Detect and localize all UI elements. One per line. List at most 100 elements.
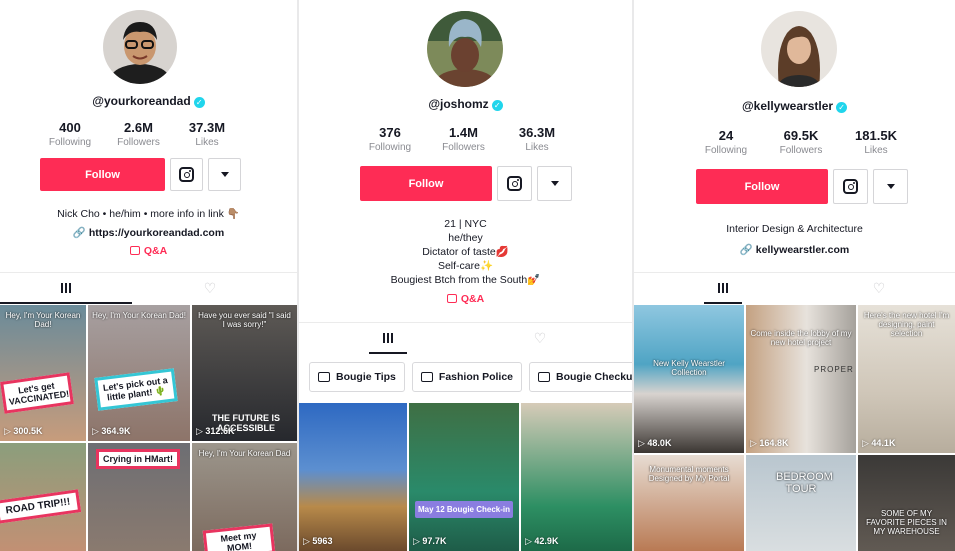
stat-value: 37.3M: [188, 120, 226, 135]
link-text[interactable]: https://yourkoreandad.com: [89, 227, 224, 239]
video-thumbnail[interactable]: ▷ 42.9K: [521, 403, 632, 551]
profile-panel-kellywearstler: @kellywearstler ✓ 24 Following 69.5K Follow…: [634, 0, 955, 551]
view-count: ▷ 5963: [303, 536, 333, 546]
profile-bio: 21 | NYC he/they Dictator of taste💋 Self…: [299, 217, 632, 287]
playlist-chip-fashion-police[interactable]: Fashion Police: [411, 362, 523, 392]
instagram-button[interactable]: [833, 169, 868, 204]
profile-stats: 376 Following 1.4M Followers 36.3M Likes: [365, 125, 562, 153]
avatar[interactable]: [103, 10, 177, 84]
video-thumbnail[interactable]: SOME OF MY FAVORITE PIECES IN MY WAREHOU…: [858, 455, 955, 551]
video-caption: Crying in HMart!: [96, 449, 180, 469]
qa-link[interactable]: Q&A: [0, 245, 297, 257]
more-options-button[interactable]: [873, 169, 908, 204]
view-count: ▷ 164.8K: [750, 438, 789, 448]
stat-value: 24: [718, 128, 734, 143]
stat-value: 1.4M: [449, 125, 478, 140]
stat-value: 69.5K: [783, 128, 819, 143]
bio-line: he/they: [448, 232, 483, 244]
stat-value: 181.5K: [855, 128, 897, 143]
video-overlay-text: Have you ever said "I said I was sorry!": [198, 311, 291, 329]
stat-value: 376: [379, 125, 401, 140]
tab-liked[interactable]: ♡: [140, 273, 280, 304]
stat-following: 24 Following: [701, 128, 751, 156]
video-caption: Meet my MOM!: [202, 523, 276, 551]
profile-tabs: ♡: [0, 272, 297, 304]
video-thumbnail[interactable]: May 12 Bougie Check-in ▷ 97.7K: [409, 403, 519, 551]
profile-bio: Interior Design & Architecture: [726, 223, 863, 235]
video-overlay-text: Hey, I'm Your Korean Dad!: [5, 311, 81, 329]
tab-videos[interactable]: [704, 273, 742, 304]
tab-liked[interactable]: ♡: [521, 323, 559, 354]
chevron-down-icon: [886, 184, 895, 189]
more-options-button[interactable]: [537, 166, 572, 201]
video-overlay-text: New Kelly Wearstler Collection: [653, 359, 725, 377]
tab-videos[interactable]: [369, 323, 407, 354]
instagram-button[interactable]: [497, 166, 532, 201]
video-thumbnail[interactable]: Hey, I'm Your Korean Dad Meet my MOM!: [192, 443, 297, 551]
follow-button[interactable]: Follow: [696, 169, 828, 204]
stat-followers: 2.6M Followers: [96, 120, 181, 148]
stat-label: Likes: [525, 142, 549, 153]
video-overlay-text: Come inside the lobby of my new hotel pr…: [750, 329, 852, 347]
verified-icon: ✓: [836, 102, 848, 113]
bio-line: 21 | NYC: [444, 218, 487, 230]
video-thumbnail[interactable]: ROAD TRIP!!!: [0, 443, 86, 551]
video-thumbnail[interactable]: Have you ever said "I said I was sorry!"…: [192, 305, 297, 441]
profile-tabs: ♡: [634, 272, 955, 304]
instagram-button[interactable]: [170, 158, 203, 191]
video-thumbnail[interactable]: Here's the new hotel I'm designing, pain…: [858, 305, 955, 453]
playlist-chip-bougie-checkups[interactable]: Bougie Checkups: [529, 362, 632, 392]
video-thumbnail[interactable]: New Kelly Wearstler Collection ▷ 48.0K: [634, 305, 744, 453]
playlist-label: Bougie Tips: [336, 371, 396, 383]
video-overlay-text: Monumental moments Designed by My Portal: [648, 465, 730, 483]
video-thumbnail[interactable]: BEDROOM TOUR: [746, 455, 856, 551]
video-overlay-text: Hey, I'm Your Korean Dad: [198, 449, 291, 458]
tab-videos[interactable]: [0, 273, 132, 304]
qa-label[interactable]: Q&A: [144, 245, 167, 257]
link-text[interactable]: kellywearstler.com: [756, 244, 849, 256]
follow-button[interactable]: Follow: [360, 166, 492, 201]
avatar[interactable]: [761, 11, 837, 87]
bio-line: Self-care✨: [437, 260, 494, 272]
grid-icon: [383, 332, 393, 343]
profile-panel-joshomz: @joshomz ✓ 376 Following 1.4M Followers 36.…: [299, 0, 632, 551]
playlist-chip-bougie-tips[interactable]: Bougie Tips: [309, 362, 405, 392]
video-caption: May 12 Bougie Check-in: [415, 501, 513, 518]
view-count: ▷ 48.0K: [638, 438, 672, 448]
link-icon: 🔗: [739, 244, 756, 256]
video-thumbnail[interactable]: Hey, I'm Your Korean Dad! Let's pick out…: [88, 305, 190, 441]
video-thumbnail[interactable]: ▷ 5963: [299, 403, 407, 551]
video-thumbnail[interactable]: Crying in HMart!: [88, 443, 190, 551]
video-overlay-text: SOME OF MY FAVORITE PIECES IN MY WAREHOU…: [866, 509, 947, 536]
playlist-label: Bougie Checkups: [556, 371, 632, 383]
video-thumbnail[interactable]: Hey, I'm Your Korean Dad! Let's get VACC…: [0, 305, 86, 441]
video-overlay-text: BEDROOM TOUR: [776, 471, 833, 495]
liked-heart-icon: ♡: [203, 280, 217, 296]
video-thumbnail[interactable]: Come inside the lobby of my new hotel pr…: [746, 305, 856, 453]
qa-link[interactable]: Q&A: [299, 293, 632, 305]
follow-button[interactable]: Follow: [40, 158, 165, 191]
stat-value: 2.6M: [124, 120, 153, 135]
qa-label[interactable]: Q&A: [461, 293, 484, 305]
profile-link[interactable]: 🔗 kellywearstler.com: [634, 243, 955, 256]
grid-icon: [718, 282, 728, 293]
stat-label: Following: [368, 142, 412, 153]
verified-icon: ✓: [491, 100, 503, 111]
video-thumbnail[interactable]: Monumental moments Designed by My Portal: [634, 455, 744, 551]
stat-following: 400 Following: [44, 120, 96, 148]
liked-heart-icon: ♡: [533, 330, 547, 346]
bio-line: Bougiest Btch from the South💅: [390, 274, 541, 286]
stat-label: Following: [48, 137, 92, 148]
stat-likes: 36.3M Likes: [512, 125, 562, 153]
profile-handle: @kellywearstler ✓: [634, 99, 955, 113]
profile-link[interactable]: 🔗 https://yourkoreandad.com: [0, 226, 297, 239]
profile-tabs: ♡: [299, 322, 632, 354]
profile-bio: Nick Cho • he/him • more info in link 👇🏽: [57, 208, 240, 220]
more-options-button[interactable]: [208, 158, 241, 191]
view-count: ▷ 44.1K: [862, 438, 896, 448]
avatar[interactable]: [427, 11, 503, 87]
sign-text: PROPER: [814, 365, 854, 374]
tab-liked[interactable]: ♡: [860, 273, 898, 304]
playlist-label: Fashion Police: [438, 371, 514, 383]
view-count: ▷ 364.9K: [92, 426, 131, 436]
